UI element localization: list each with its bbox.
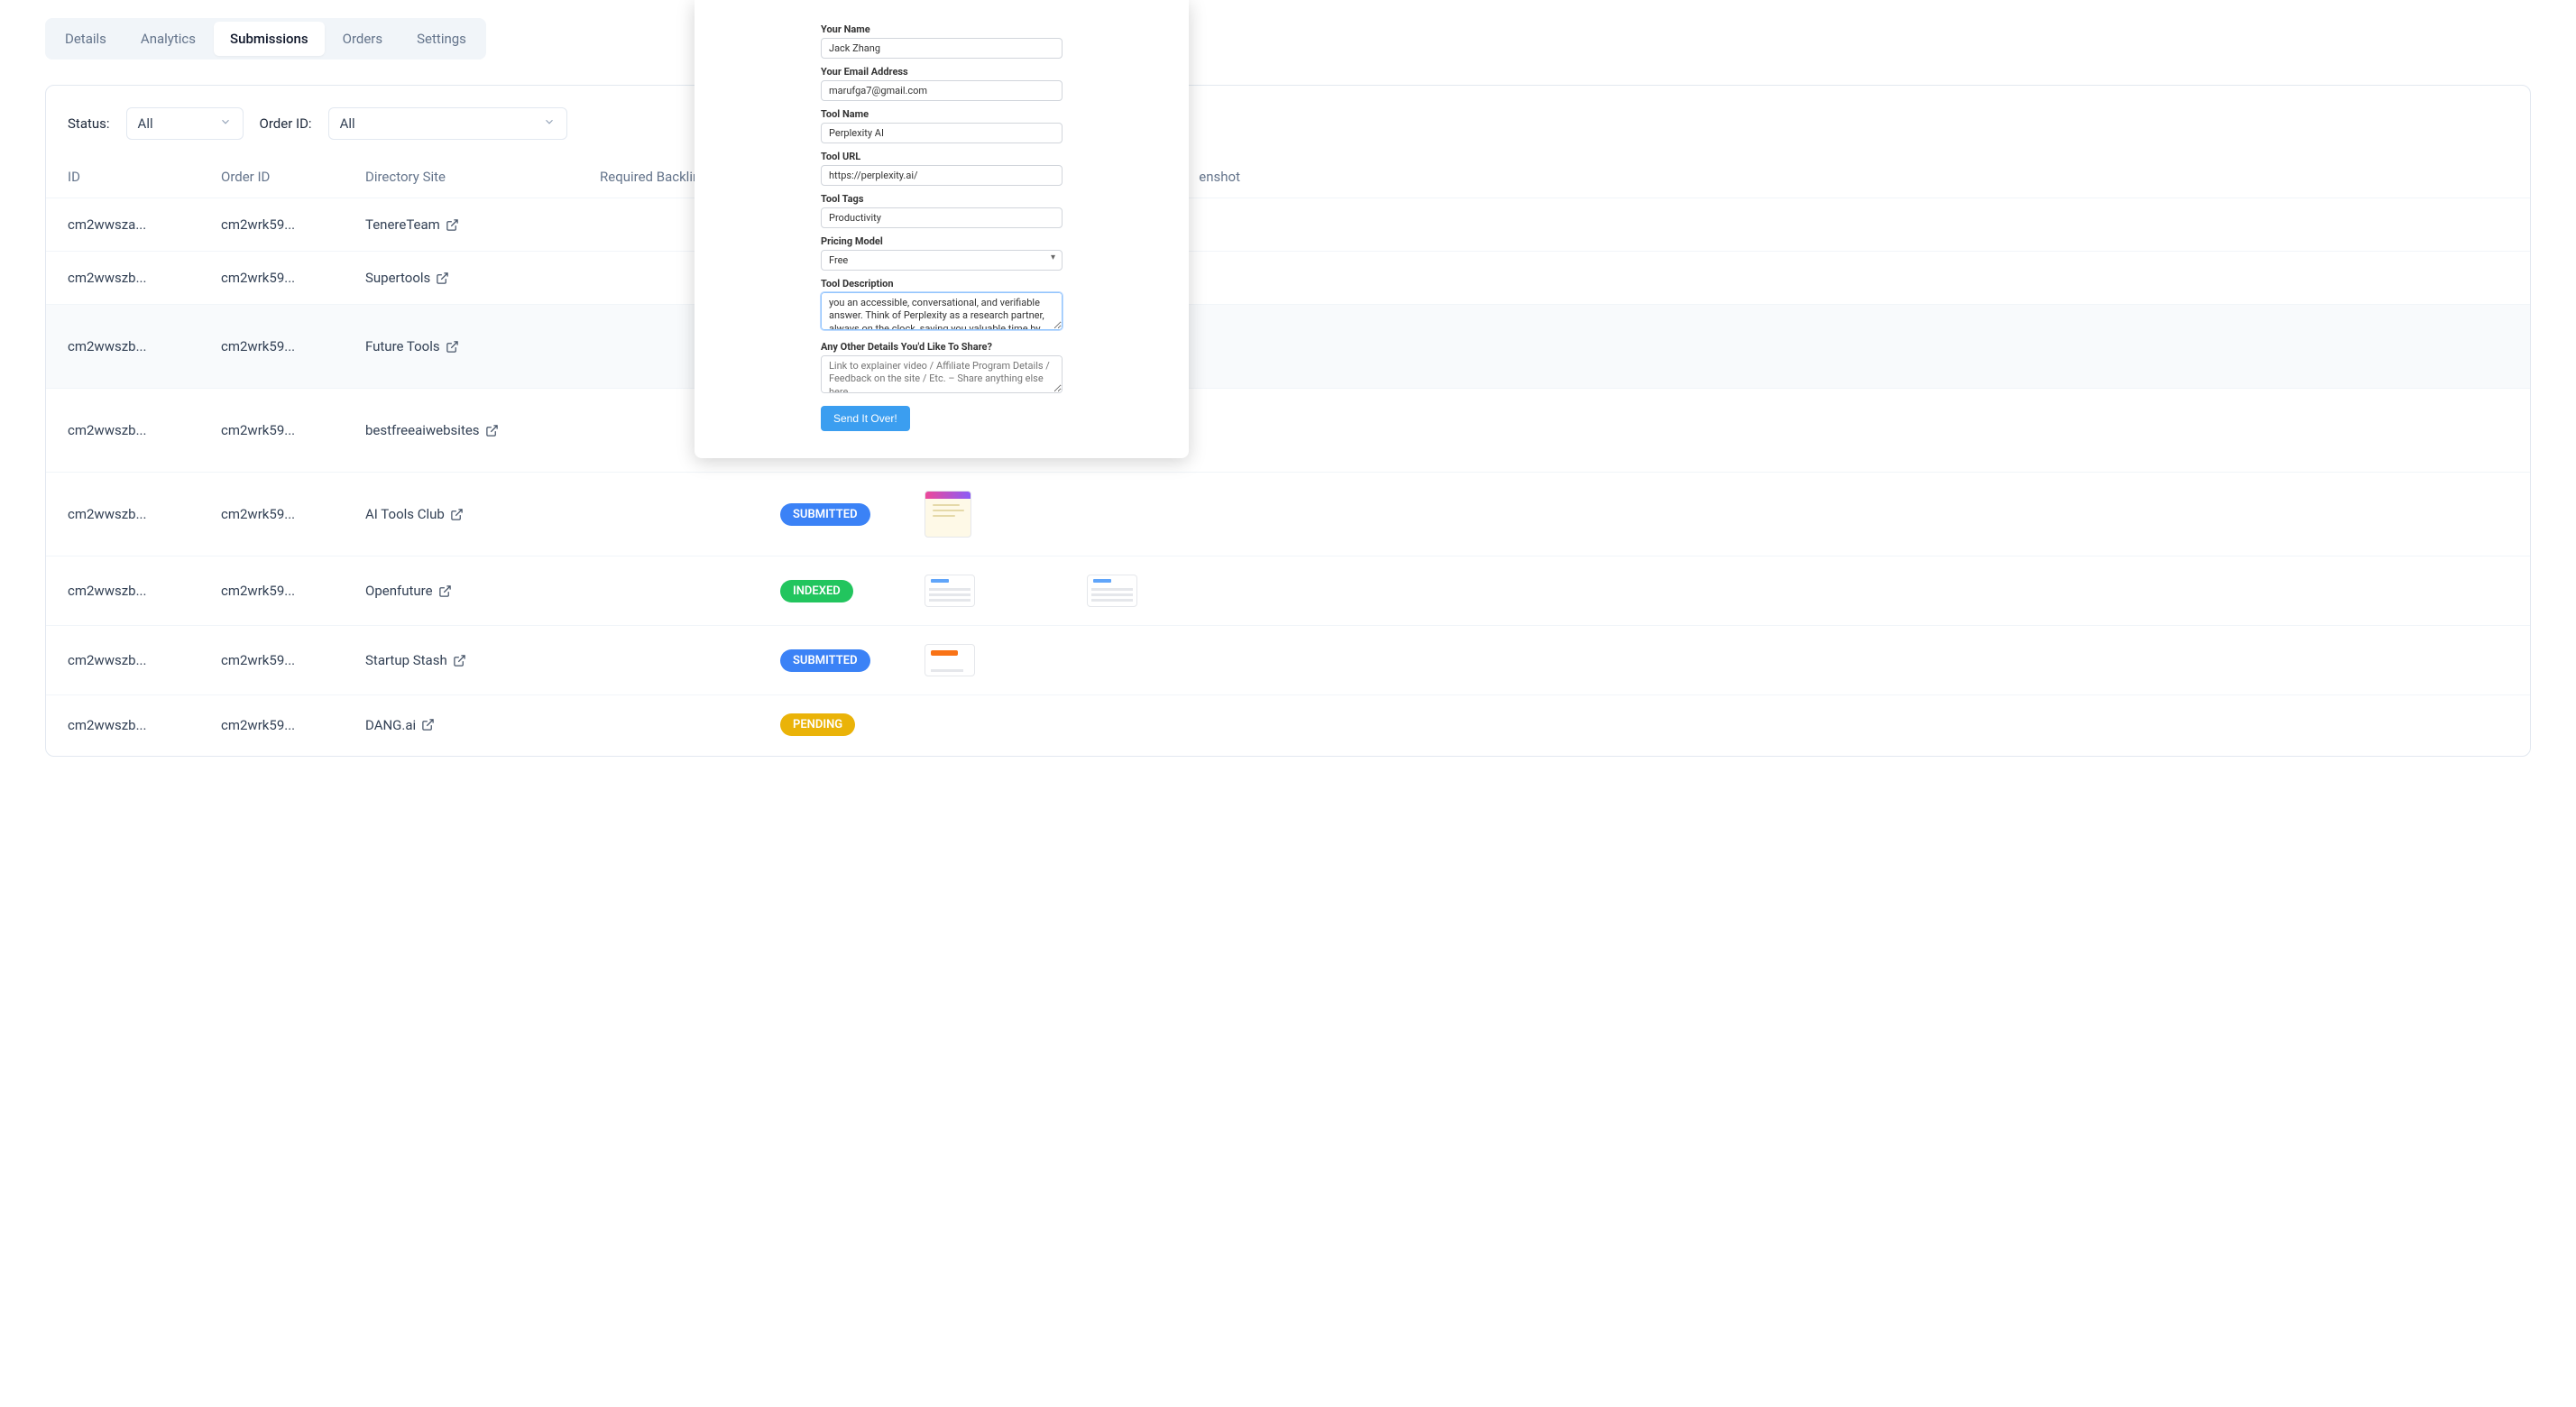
table-row[interactable]: cm2wwszb...cm2wrk59...Openfuture INDEXED: [46, 556, 2530, 626]
external-link-icon: [450, 508, 464, 521]
cell-status: SUBMITTED: [780, 649, 925, 672]
order-id-select[interactable]: All: [328, 107, 567, 140]
form-tool-name-input[interactable]: [821, 123, 1063, 143]
send-it-over-button[interactable]: Send It Over!: [821, 406, 910, 431]
form-tool-name-label: Tool Name: [821, 108, 1063, 120]
cell-id: cm2wwszb...: [68, 506, 221, 522]
table-row[interactable]: cm2wwszb...cm2wrk59...DANG.ai PENDING: [46, 695, 2530, 756]
form-email-label: Your Email Address: [821, 66, 1063, 78]
chevron-down-icon: [219, 115, 232, 132]
cell-order-id: cm2wrk59...: [221, 270, 365, 286]
cell-status: SUBMITTED: [780, 503, 925, 526]
cell-id: cm2wwszb...: [68, 583, 221, 599]
external-link-icon: [446, 218, 459, 232]
form-tool-url-input[interactable]: [821, 165, 1063, 186]
status-label: Status:: [68, 115, 110, 132]
form-description-textarea[interactable]: [821, 292, 1063, 330]
filters-row: Status: All Order ID: All: [46, 104, 2530, 156]
cell-id: cm2wwszb...: [68, 717, 221, 733]
order-id-label: Order ID:: [260, 115, 312, 132]
tab-orders[interactable]: Orders: [327, 22, 400, 56]
cell-order-id: cm2wrk59...: [221, 652, 365, 668]
cell-id: cm2wwsza...: [68, 216, 221, 233]
form-name-input[interactable]: [821, 38, 1063, 59]
table-row[interactable]: cm2wwsza...cm2wrk59...TenereTeam: [46, 198, 2530, 252]
cell-directory-site[interactable]: Future Tools: [365, 338, 600, 354]
chevron-down-icon: [543, 115, 556, 132]
form-name-label: Your Name: [821, 23, 1063, 35]
cell-directory-site[interactable]: Supertools: [365, 270, 600, 286]
cell-screenshot[interactable]: [925, 575, 1087, 607]
cell-order-id: cm2wrk59...: [221, 717, 365, 733]
cell-order-id: cm2wrk59...: [221, 338, 365, 354]
form-pricing-label: Pricing Model: [821, 235, 1063, 247]
cell-directory-site[interactable]: TenereTeam: [365, 216, 600, 233]
external-link-icon: [436, 271, 449, 285]
form-other-label: Any Other Details You'd Like To Share?: [821, 341, 1063, 353]
external-link-icon: [438, 584, 452, 598]
cell-id: cm2wwszb...: [68, 652, 221, 668]
tab-details[interactable]: Details: [49, 22, 123, 56]
form-other-textarea[interactable]: [821, 355, 1063, 393]
external-link-icon: [446, 340, 459, 354]
form-pricing-select[interactable]: Free: [821, 250, 1063, 271]
col-id: ID: [68, 169, 221, 185]
external-link-icon: [421, 718, 435, 731]
table-row[interactable]: cm2wwszb...cm2wrk59...Future ToolsSUBMIT…: [46, 305, 2530, 389]
form-tool-tags-label: Tool Tags: [821, 193, 1063, 205]
status-value: All: [138, 115, 153, 132]
external-link-icon: [453, 654, 466, 667]
tab-analytics[interactable]: Analytics: [124, 22, 212, 56]
cell-backlink-screenshot[interactable]: [1087, 575, 1240, 607]
cell-id: cm2wwszb...: [68, 270, 221, 286]
tab-submissions[interactable]: Submissions: [214, 22, 325, 56]
table-header: ID Order ID Directory Site Required Back…: [46, 156, 2530, 198]
order-id-value: All: [340, 115, 355, 132]
cell-directory-site[interactable]: bestfreeaiwebsites: [365, 422, 600, 438]
table-row[interactable]: cm2wwszb...cm2wrk59...AI Tools Club SUBMI…: [46, 473, 2530, 556]
cell-screenshot[interactable]: [925, 491, 1087, 538]
table-row[interactable]: cm2wwszb...cm2wrk59...Startup Stash SUBMI…: [46, 626, 2530, 695]
cell-directory-site[interactable]: Startup Stash: [365, 652, 600, 668]
table-row[interactable]: cm2wwszb...cm2wrk59...Supertools: [46, 252, 2530, 305]
submission-form-popover: Your Name Your Email Address Tool Name T…: [695, 0, 1189, 458]
table-row[interactable]: cm2wwszb...cm2wrk59...bestfreeaiwebsites…: [46, 389, 2530, 473]
cell-screenshot[interactable]: [925, 644, 1087, 676]
form-tool-url-label: Tool URL: [821, 151, 1063, 162]
status-badge: SUBMITTED: [780, 649, 870, 672]
cell-order-id: cm2wrk59...: [221, 583, 365, 599]
tab-bar: Details Analytics Submissions Orders Set…: [45, 18, 486, 60]
form-description-label: Tool Description: [821, 278, 1063, 290]
cell-directory-site[interactable]: Openfuture: [365, 583, 600, 599]
status-badge: INDEXED: [780, 580, 853, 602]
cell-order-id: cm2wrk59...: [221, 422, 365, 438]
cell-order-id: cm2wrk59...: [221, 216, 365, 233]
col-directory-site: Directory Site: [365, 169, 600, 185]
form-tool-tags-input[interactable]: [821, 207, 1063, 228]
cell-status: INDEXED: [780, 580, 925, 602]
cell-id: cm2wwszb...: [68, 422, 221, 438]
col-order-id: Order ID: [221, 169, 365, 185]
cell-directory-site[interactable]: AI Tools Club: [365, 506, 600, 522]
form-email-input[interactable]: [821, 80, 1063, 101]
cell-id: cm2wwszb...: [68, 338, 221, 354]
external-link-icon: [485, 424, 499, 437]
status-select[interactable]: All: [126, 107, 244, 140]
cell-order-id: cm2wrk59...: [221, 506, 365, 522]
status-badge: SUBMITTED: [780, 503, 870, 526]
status-badge: PENDING: [780, 713, 855, 736]
tab-settings[interactable]: Settings: [400, 22, 483, 56]
submissions-panel: Status: All Order ID: All ID Order ID Di…: [45, 85, 2531, 757]
cell-status: PENDING: [780, 713, 925, 736]
cell-directory-site[interactable]: DANG.ai: [365, 717, 600, 733]
